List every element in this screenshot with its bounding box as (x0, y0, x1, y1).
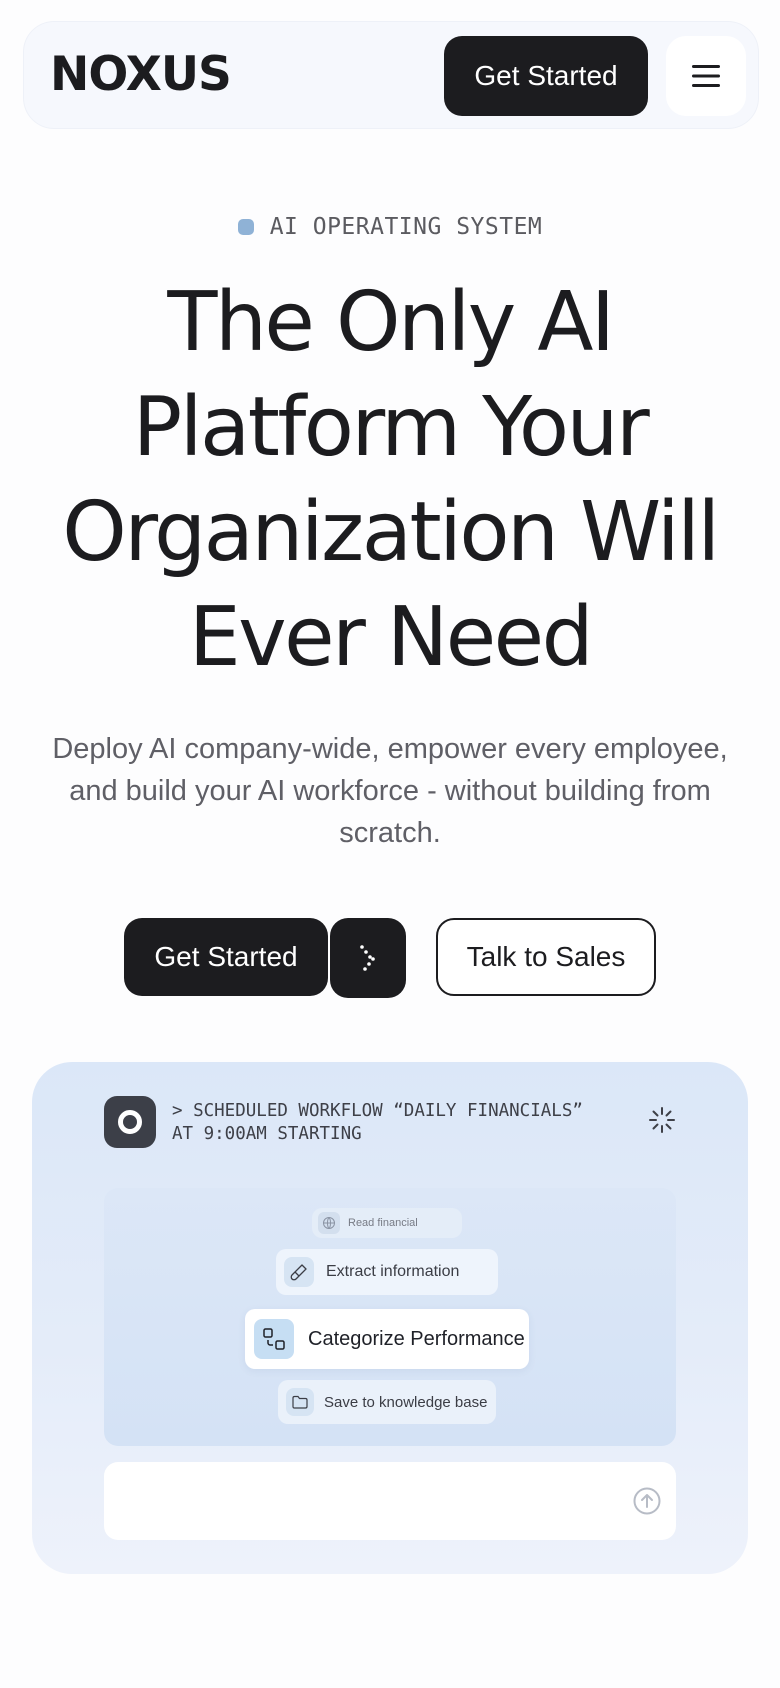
hamburger-menu-icon (692, 65, 720, 87)
menu-button[interactable] (666, 36, 746, 116)
step-read-financial: Read financial (312, 1208, 462, 1238)
brush-icon (284, 1257, 314, 1287)
eyebrow-text: AI OPERATING SYSTEM (269, 214, 543, 240)
workflow-line-1: > SCHEDULED WORKFLOW “DAILY FINANCIALS” (172, 1101, 583, 1121)
get-started-button[interactable]: Get Started (124, 918, 328, 996)
noxus-agent-icon (104, 1096, 156, 1148)
step-label: Read financial (348, 1217, 418, 1229)
workflow-line-2: AT 9:00AM STARTING (172, 1124, 362, 1144)
primary-cta-group: Get Started (124, 918, 406, 998)
hero-eyebrow: AI OPERATING SYSTEM (0, 214, 780, 240)
globe-icon (318, 1212, 340, 1234)
shapes-transform-icon (254, 1319, 294, 1359)
hero-title: The Only AI Platform Your Organization W… (62, 275, 720, 685)
get-started-arrow-button[interactable] (330, 918, 406, 998)
noxus-logo[interactable]: NOXUS (50, 51, 232, 98)
step-categorize-performance: Categorize Performance (245, 1309, 529, 1369)
prompt-input[interactable] (122, 1482, 592, 1520)
step-label: Categorize Performance (308, 1327, 525, 1350)
nav-get-started-button[interactable]: Get Started (444, 36, 648, 116)
loading-spinner-icon (649, 1107, 675, 1133)
workflow-status-text: > SCHEDULED WORKFLOW “DAILY FINANCIALS” … (172, 1100, 583, 1146)
hero-subtitle: Deploy AI company-wide, empower every em… (52, 733, 728, 849)
step-extract-information: Extract information (276, 1249, 498, 1295)
dotted-chevron-right-icon (360, 945, 375, 971)
workflow-demo-panel: > SCHEDULED WORKFLOW “DAILY FINANCIALS” … (32, 1062, 748, 1574)
workflow-steps: Read financial Extract information Categ… (104, 1188, 676, 1446)
talk-to-sales-button[interactable]: Talk to Sales (436, 918, 656, 996)
top-navbar: NOXUS Get Started (24, 22, 758, 128)
step-label: Extract information (326, 1263, 460, 1280)
step-save-knowledge-base: Save to knowledge base (278, 1380, 496, 1424)
eyebrow-dot-icon (237, 219, 254, 235)
prompt-box (104, 1462, 676, 1540)
folder-icon (286, 1388, 314, 1416)
send-arrow-up-icon[interactable] (632, 1486, 662, 1516)
step-label: Save to knowledge base (324, 1393, 488, 1411)
